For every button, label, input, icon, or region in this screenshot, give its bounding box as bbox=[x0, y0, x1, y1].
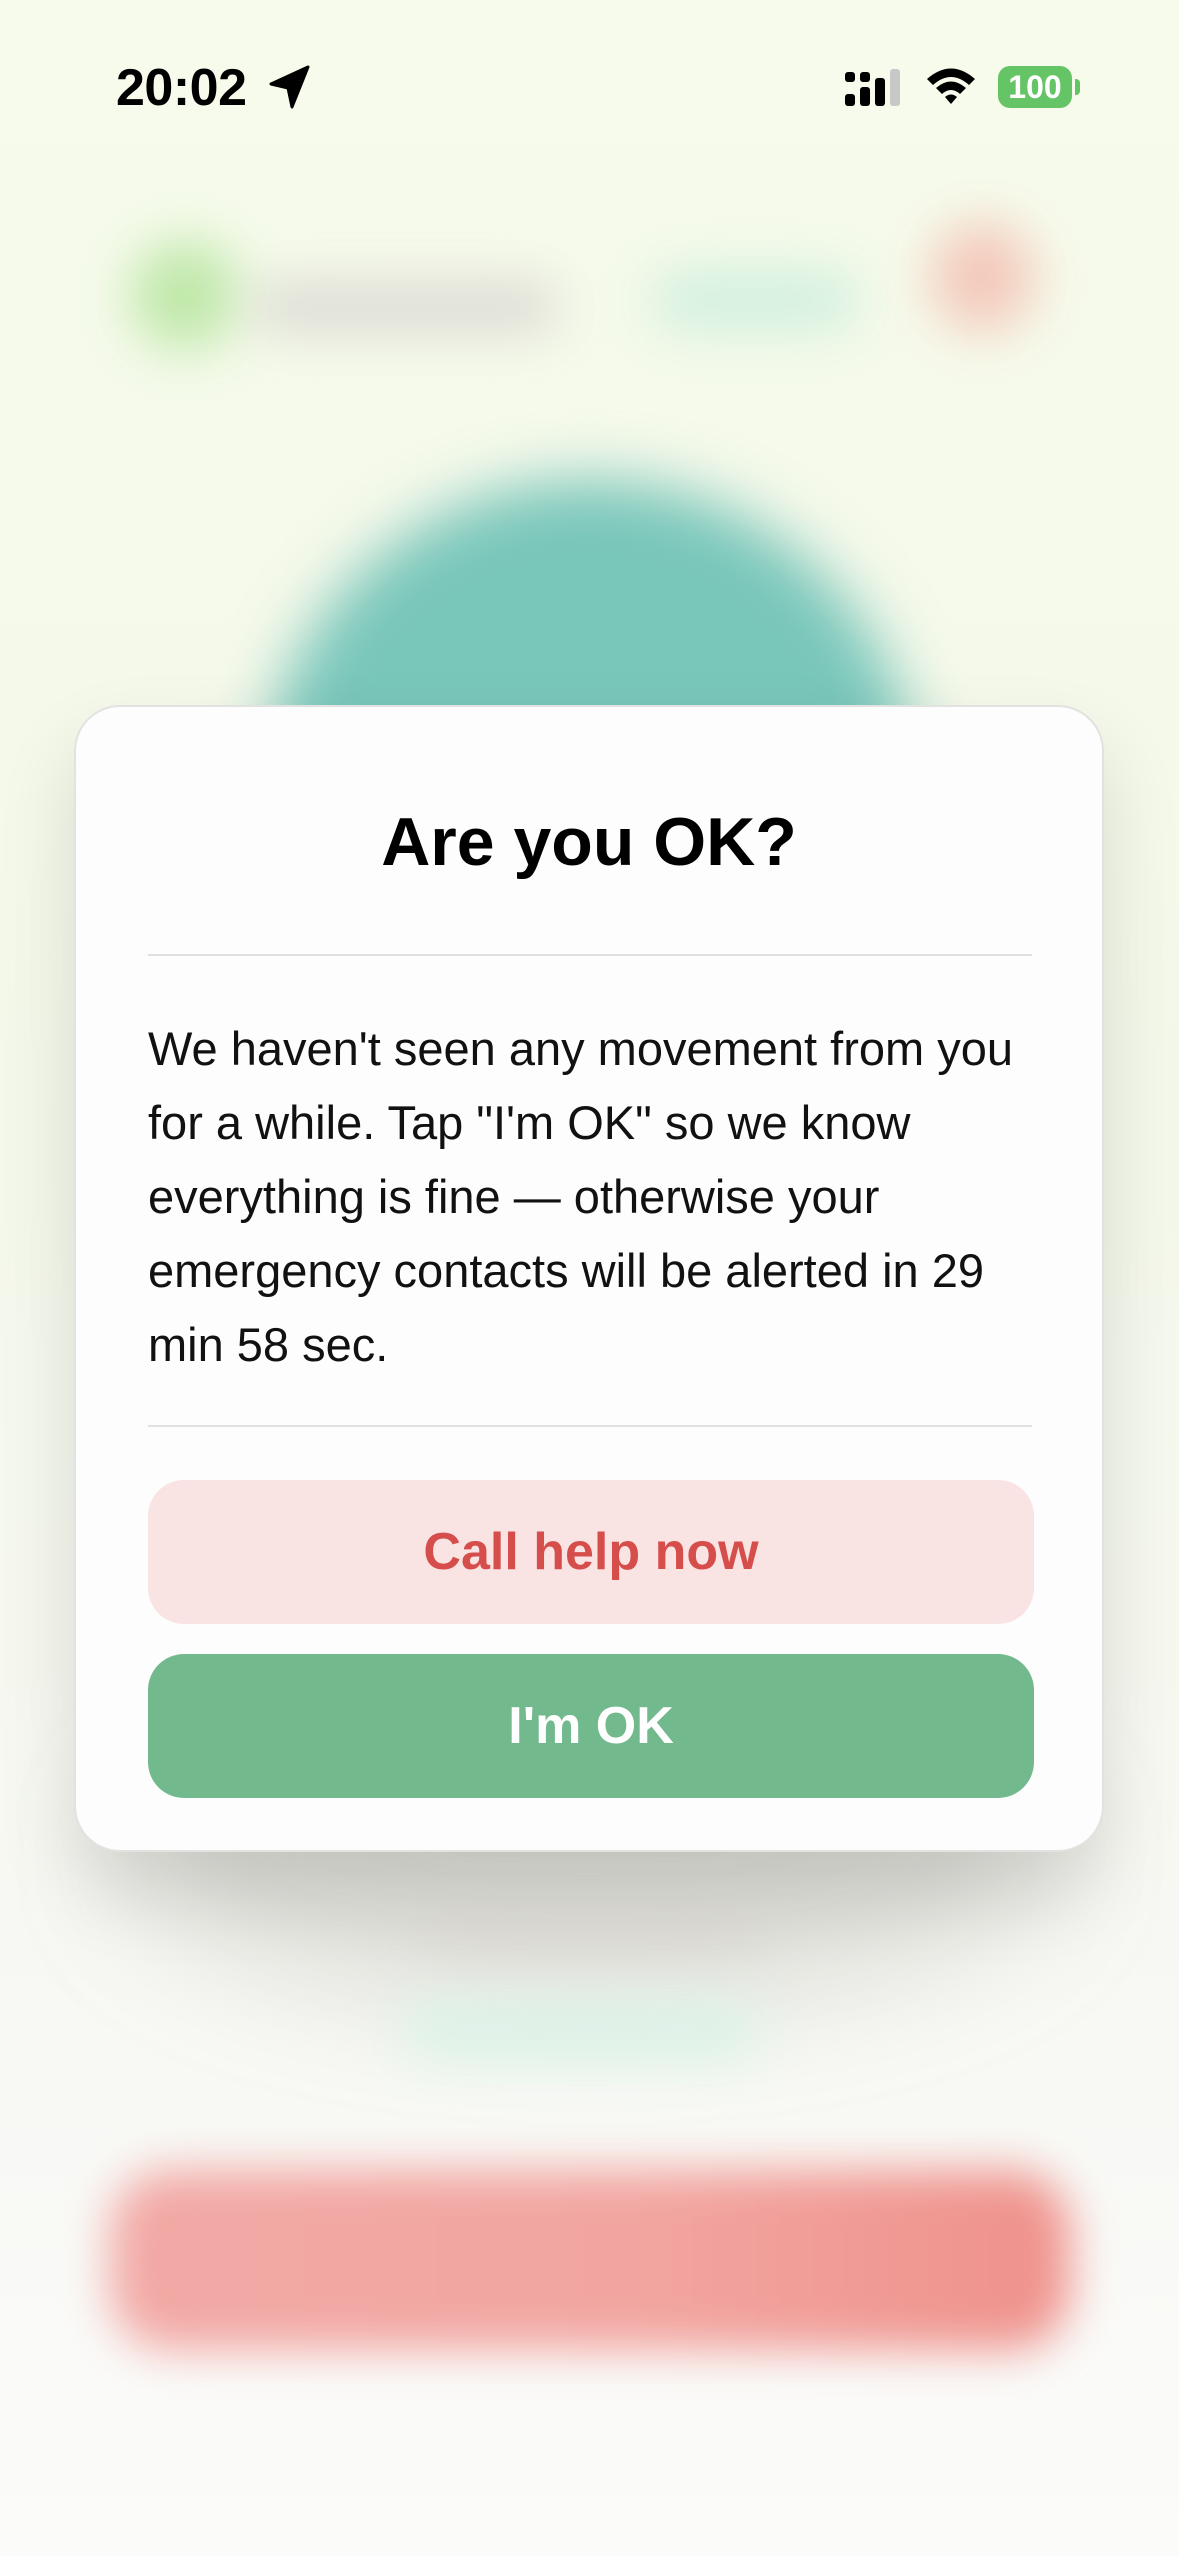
status-bar: 20:02 100 bbox=[0, 0, 1179, 170]
background-status-pill bbox=[650, 270, 860, 330]
location-arrow-icon bbox=[269, 65, 310, 109]
are-you-ok-dialog: Are you OK? We haven't seen any movement… bbox=[74, 705, 1104, 1852]
background-sos-button bbox=[110, 2170, 1070, 2350]
background-label bbox=[420, 1905, 760, 1955]
call-help-now-button[interactable]: Call help now bbox=[148, 1480, 1034, 1624]
divider bbox=[148, 1425, 1032, 1427]
battery-level: 100 bbox=[1008, 69, 1062, 105]
im-ok-button[interactable]: I'm OK bbox=[148, 1654, 1034, 1798]
status-time: 20:02 bbox=[116, 59, 247, 117]
battery-cap bbox=[1075, 79, 1080, 95]
divider bbox=[148, 954, 1032, 956]
background-sub-label bbox=[400, 2000, 760, 2060]
background-logo bbox=[130, 240, 240, 350]
background-title bbox=[250, 282, 560, 332]
background-avatar bbox=[930, 222, 1035, 332]
wifi-icon bbox=[927, 68, 975, 104]
cellular-signal-icon bbox=[845, 69, 900, 106]
dialog-message: We haven't seen any movement from you fo… bbox=[148, 1022, 1013, 1371]
battery-icon: 100 bbox=[998, 66, 1080, 108]
dialog-title: Are you OK? bbox=[381, 804, 797, 880]
